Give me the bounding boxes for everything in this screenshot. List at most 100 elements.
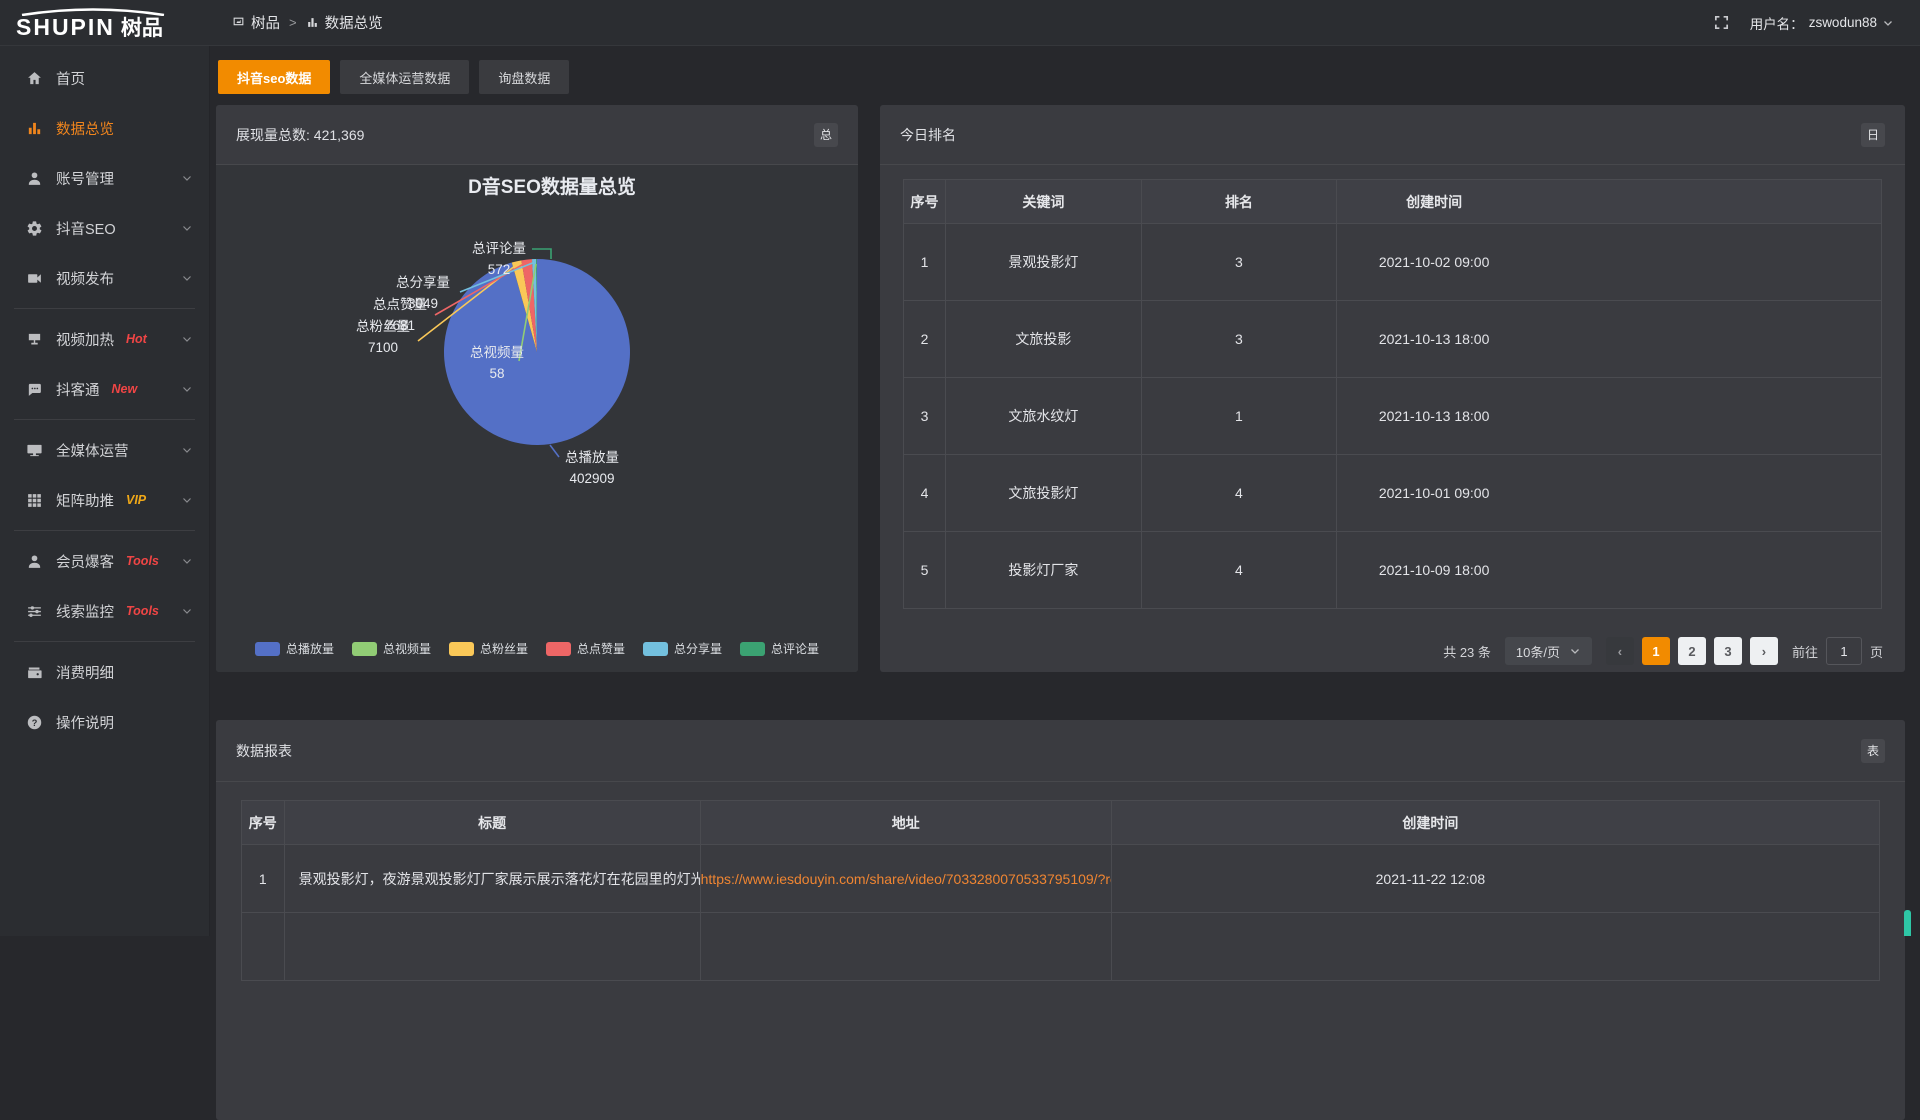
chevron-down-icon	[181, 444, 193, 456]
sidebar-item-video-publish[interactable]: 视频发布	[0, 253, 209, 303]
legend-item-4[interactable]: 总分享量	[643, 640, 722, 657]
column-header: 排名	[1141, 180, 1337, 224]
report-panel: 数据报表 表 序号标题地址创建时间 1景观投影灯，夜游景观投影灯厂家展示展示落花…	[216, 720, 1905, 1120]
top-bar: SHUPIN 树品 树品 > 数据总览 用户名：zswodun88	[0, 0, 1920, 46]
sidebar-divider	[14, 419, 195, 420]
pie-label-name: 总评论量	[472, 241, 526, 256]
report-link[interactable]: https://www.iesdouyin.com/share/video/70…	[700, 845, 1111, 913]
table-cell: 2021-10-09 18:00	[1337, 532, 1882, 609]
breadcrumb: 树品 > 数据总览	[232, 12, 383, 33]
page-button-1[interactable]: 1	[1642, 637, 1670, 665]
table-cell: 2021-10-13 18:00	[1337, 378, 1882, 455]
legend-swatch	[546, 642, 571, 656]
table-cell: 4	[904, 455, 946, 532]
svg-text:?: ?	[32, 717, 38, 727]
video-icon	[26, 270, 43, 287]
table-cell: 文旅投影	[946, 301, 1142, 378]
sidebar-item-clue-monitor[interactable]: 线索监控 Tools	[0, 586, 209, 636]
chevron-down-icon	[181, 172, 193, 184]
sidebar-item-douyin-seo[interactable]: 抖音SEO	[0, 203, 209, 253]
table-cell: 1	[242, 845, 285, 913]
badge-vip: VIP	[126, 493, 146, 507]
sidebar-item-matrix-boost[interactable]: 矩阵助推 VIP	[0, 475, 209, 525]
sidebar-item-video-heat[interactable]: 视频加热Hot	[0, 314, 209, 364]
table-cell	[1111, 913, 1879, 981]
ranking-corner-badge[interactable]: 日	[1861, 123, 1885, 147]
prev-page-button[interactable]: ‹	[1606, 637, 1634, 665]
table-row: 5投影灯厂家42021-10-09 18:00	[904, 532, 1882, 609]
goto-unit: 页	[1870, 642, 1883, 661]
user-icon	[26, 553, 43, 570]
sidebar-item-douketong[interactable]: 抖客通 New	[0, 364, 209, 414]
table-cell: 3	[1141, 224, 1337, 301]
fullscreen-icon[interactable]	[1713, 14, 1730, 31]
table-cell: 2	[904, 301, 946, 378]
bar-chart-icon	[26, 120, 43, 137]
pagination-total: 共 23 条	[1443, 642, 1491, 661]
table-cell	[242, 913, 285, 981]
table-cell: 1	[1141, 378, 1337, 455]
legend-item-2[interactable]: 总粉丝量	[449, 640, 528, 657]
table-cell: 投影灯厂家	[946, 532, 1142, 609]
chat-widget[interactable]	[1904, 910, 1911, 936]
table-cell: 4	[1141, 455, 1337, 532]
chat-icon	[26, 381, 43, 398]
page-button-2[interactable]: 2	[1678, 637, 1706, 665]
table-cell: 3	[904, 378, 946, 455]
app-logo[interactable]: SHUPIN 树品	[0, 7, 210, 39]
overview-panel: 展现量总数: 421,369 总 D音SEO数据量总览总播放量402909总视频…	[216, 105, 858, 672]
monitor-icon	[26, 442, 43, 459]
report-panel-title: 数据报表	[236, 741, 292, 761]
chevron-down-icon	[1569, 645, 1581, 657]
sidebar-item-operation-guide[interactable]: ?操作说明	[0, 697, 209, 747]
sidebar-item-label: 抖音SEO	[56, 218, 116, 239]
tab-0[interactable]: 抖音seo数据	[218, 60, 330, 94]
sidebar-item-label: 首页	[56, 68, 85, 89]
legend-item-5[interactable]: 总评论量	[740, 640, 819, 657]
chart-title: D音SEO数据量总览	[468, 175, 636, 198]
goto-page-input[interactable]	[1826, 637, 1862, 665]
table-cell: 3	[1141, 301, 1337, 378]
main-content: 抖音seo数据全媒体运营数据询盘数据 展现量总数: 421,369 总 D音SE…	[210, 46, 1920, 936]
badge-new: New	[112, 382, 138, 396]
sidebar-item-home[interactable]: 首页	[0, 53, 209, 103]
table-cell: 文旅投影灯	[946, 455, 1142, 532]
legend-swatch	[643, 642, 668, 656]
legend-label: 总视频量	[383, 640, 431, 657]
breadcrumb-root[interactable]: 树品	[232, 12, 280, 33]
chevron-down-icon	[181, 555, 193, 567]
table-cell: 2021-10-13 18:00	[1337, 301, 1882, 378]
sidebar-item-member-baoke[interactable]: 会员爆客Tools	[0, 536, 209, 586]
page-size-select[interactable]: 10条/页	[1505, 637, 1592, 665]
chevron-down-icon	[181, 333, 193, 345]
chevron-down-icon	[181, 605, 193, 617]
tab-1[interactable]: 全媒体运营数据	[340, 60, 469, 94]
legend-item-1[interactable]: 总视频量	[352, 640, 431, 657]
legend-item-3[interactable]: 总点赞量	[546, 640, 625, 657]
tab-2[interactable]: 询盘数据	[479, 60, 569, 94]
sidebar-item-data-overview[interactable]: 数据总览	[0, 103, 209, 153]
sidebar-item-media-operation[interactable]: 全媒体运营	[0, 425, 209, 475]
chevron-down-icon	[181, 494, 193, 506]
page-button-3[interactable]: 3	[1714, 637, 1742, 665]
sidebar-item-account-manage[interactable]: 账号管理	[0, 153, 209, 203]
table-row: 3文旅水纹灯12021-10-13 18:00	[904, 378, 1882, 455]
sidebar-item-label: 抖客通	[56, 379, 100, 400]
report-title-cell: 景观投影灯，夜游景观投影灯厂家展示展示落花灯在花园里的灯光投影应用效果 #	[284, 845, 700, 913]
label-line	[550, 445, 559, 457]
overview-corner-badge[interactable]: 总	[814, 123, 838, 147]
user-menu[interactable]: 用户名：zswodun88	[1750, 13, 1894, 33]
legend-item-0[interactable]: 总播放量	[255, 640, 334, 657]
sidebar-item-label: 矩阵助推	[56, 490, 114, 511]
breadcrumb-current[interactable]: 数据总览	[306, 12, 383, 33]
badge-tools: Tools	[126, 554, 159, 568]
sidebar-item-consume-detail[interactable]: 消费明细	[0, 647, 209, 697]
next-page-button[interactable]: ›	[1750, 637, 1778, 665]
sidebar-item-label: 线索监控	[56, 601, 114, 622]
column-header: 标题	[284, 801, 700, 845]
legend-swatch	[740, 642, 765, 656]
bar-chart-icon	[306, 16, 319, 29]
report-corner-badge[interactable]: 表	[1861, 739, 1885, 763]
ranking-table: 序号关键词排名创建时间 1景观投影灯32021-10-02 09:002文旅投影…	[903, 179, 1882, 609]
badge-tools: Tools	[126, 604, 159, 618]
